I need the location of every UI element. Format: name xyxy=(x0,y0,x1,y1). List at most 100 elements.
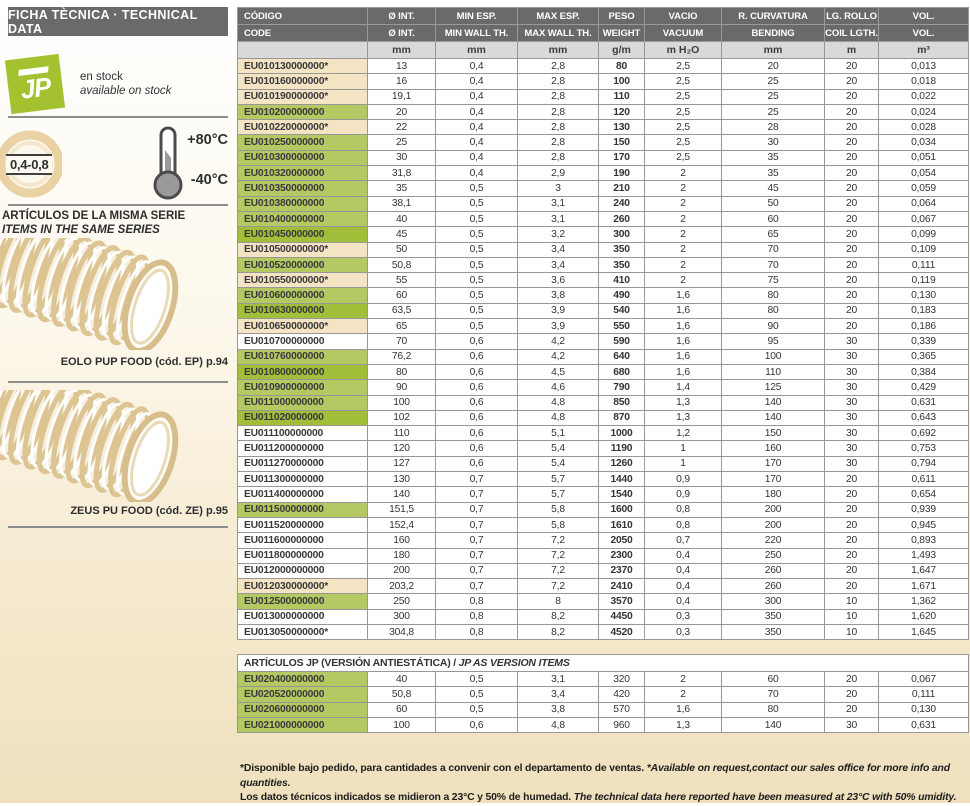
series-heading-es: ARTÍCULOS DE LA MISMA SERIE xyxy=(2,210,228,224)
table-row: EU010220000000*220,42,81302,528200,028 xyxy=(238,120,969,135)
value-cell: 45 xyxy=(722,181,825,196)
value-cell: 20 xyxy=(825,303,879,318)
value-cell: 1,6 xyxy=(645,702,722,717)
value-cell: 1,362 xyxy=(879,594,969,609)
code-cell: EU011800000000 xyxy=(238,548,368,563)
jp-logo-text: JP xyxy=(19,74,52,101)
value-cell: 20 xyxy=(825,196,879,211)
table-row: EU010160000000*160,42,81002,525200,018 xyxy=(238,74,969,89)
code-cell: EU010760000000 xyxy=(238,349,368,364)
value-cell: 3,4 xyxy=(518,242,599,257)
value-cell: 1,6 xyxy=(645,303,722,318)
value-cell: 0,013 xyxy=(879,59,969,74)
value-cell: 410 xyxy=(599,273,645,288)
value-cell: 1 xyxy=(645,441,722,456)
value-cell: 0,893 xyxy=(879,533,969,548)
table-row: EU0130000000003000,88,244500,3350101,620 xyxy=(238,609,969,624)
value-cell: 20 xyxy=(825,89,879,104)
code-cell: EU010600000000 xyxy=(238,288,368,303)
value-cell: 63,5 xyxy=(368,303,436,318)
value-cell: 1,647 xyxy=(879,563,969,578)
table-row: EU010300000000300,42,81702,535200,051 xyxy=(238,150,969,165)
header-cell-es: VOL. xyxy=(879,8,969,25)
value-cell: 0,109 xyxy=(879,242,969,257)
value-cell: 35 xyxy=(722,150,825,165)
value-cell: 0,186 xyxy=(879,319,969,334)
value-cell: 130 xyxy=(368,472,436,487)
value-cell: 80 xyxy=(368,364,436,379)
value-cell: 76,2 xyxy=(368,349,436,364)
value-cell: 140 xyxy=(722,410,825,425)
value-cell: 1,4 xyxy=(645,380,722,395)
value-cell: 0,6 xyxy=(436,364,518,379)
value-cell: 0,5 xyxy=(436,672,518,687)
value-cell: 0,4 xyxy=(645,563,722,578)
value-cell: 20 xyxy=(825,181,879,196)
value-cell: 540 xyxy=(599,303,645,318)
value-cell: 8 xyxy=(518,594,599,609)
value-cell: 4520 xyxy=(599,624,645,639)
value-cell: 22 xyxy=(368,120,436,135)
value-cell: 0,654 xyxy=(879,487,969,502)
value-cell: 490 xyxy=(599,288,645,303)
stock-block: JP en stock available on stock xyxy=(8,56,228,112)
header-cell-es: PESO xyxy=(599,8,645,25)
value-cell: 2,5 xyxy=(645,150,722,165)
value-cell: 50,8 xyxy=(368,687,436,702)
value-cell: 2,5 xyxy=(645,120,722,135)
divider xyxy=(8,116,228,118)
value-cell: 1000 xyxy=(599,426,645,441)
value-cell: 0,7 xyxy=(436,517,518,532)
value-cell: 0,4 xyxy=(645,579,722,594)
code-cell: EU011100000000 xyxy=(238,426,368,441)
value-cell: 680 xyxy=(599,364,645,379)
value-cell: 350 xyxy=(722,624,825,639)
header-cell-es: CÓDIGO xyxy=(238,8,368,25)
value-cell: 20 xyxy=(825,104,879,119)
value-cell: 0,631 xyxy=(879,717,969,732)
value-cell: 0,9 xyxy=(645,472,722,487)
header-cell-en: VOL. xyxy=(879,25,969,42)
table-row: EU01052000000050,80,53,4350270200,111 xyxy=(238,257,969,272)
table-row: EU010900000000900,64,67901,4125300,429 xyxy=(238,380,969,395)
table-row: EU0113000000001300,75,714400,9170200,611 xyxy=(238,472,969,487)
code-cell: EU010320000000 xyxy=(238,166,368,181)
value-cell: 4,8 xyxy=(518,717,599,732)
value-cell: 0,183 xyxy=(879,303,969,318)
value-cell: 102 xyxy=(368,410,436,425)
value-cell: 30 xyxy=(825,456,879,471)
temp-max-label: +80°C xyxy=(178,132,228,148)
code-cell: EU010130000000* xyxy=(238,59,368,74)
value-cell: 0,064 xyxy=(879,196,969,211)
header-cell-en: Ø INT. xyxy=(368,25,436,42)
table-row: EU010130000000*130,42,8802,520200,013 xyxy=(238,59,969,74)
product-image-zeus xyxy=(0,390,222,502)
value-cell: 90 xyxy=(368,380,436,395)
code-cell: EU012030000000* xyxy=(238,579,368,594)
value-cell: 1 xyxy=(645,456,722,471)
value-cell: 170 xyxy=(722,456,825,471)
value-cell: 65 xyxy=(722,227,825,242)
code-cell: EU013050000000* xyxy=(238,624,368,639)
value-cell: 4,8 xyxy=(518,410,599,425)
value-cell: 300 xyxy=(599,227,645,242)
value-cell: 55 xyxy=(368,273,436,288)
code-cell: EU020400000000 xyxy=(238,672,368,687)
code-cell: EU010250000000 xyxy=(238,135,368,150)
code-cell: EU010400000000 xyxy=(238,211,368,226)
value-cell: 0,5 xyxy=(436,211,518,226)
value-cell: 0,6 xyxy=(436,410,518,425)
value-cell: 25 xyxy=(722,74,825,89)
value-cell: 0,6 xyxy=(436,380,518,395)
value-cell: 260 xyxy=(599,211,645,226)
value-cell: 300 xyxy=(722,594,825,609)
value-cell: 5,4 xyxy=(518,456,599,471)
product-label-eolo: EOLO PUP FOOD (cód. EP) p.94 xyxy=(8,356,228,368)
value-cell: 80 xyxy=(722,702,825,717)
value-cell: 2,5 xyxy=(645,104,722,119)
header-cell-es: MAX ESP. xyxy=(518,8,599,25)
value-cell: 20 xyxy=(825,687,879,702)
value-cell: 110 xyxy=(722,364,825,379)
table-row: EU011500000000151,50,75,816000,8200200,9… xyxy=(238,502,969,517)
value-cell: 350 xyxy=(722,609,825,624)
